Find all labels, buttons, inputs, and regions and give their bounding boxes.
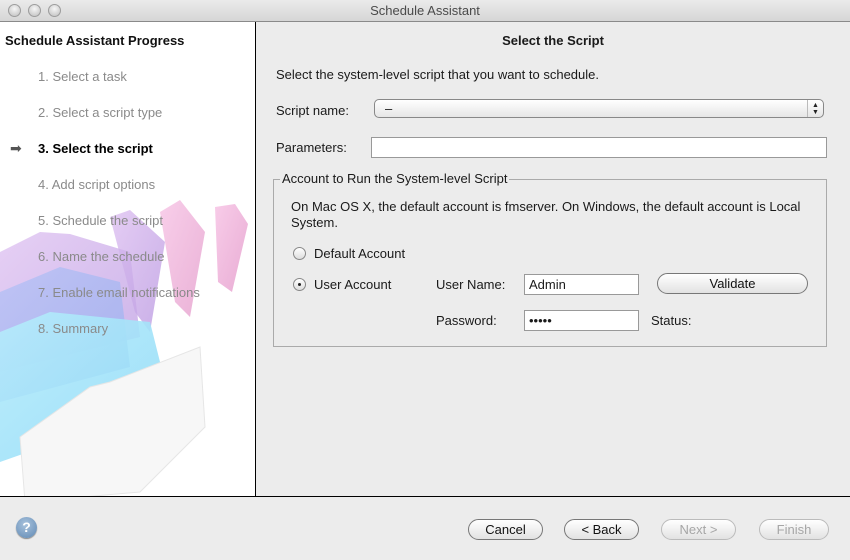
password-input[interactable]: ••••• [524, 310, 639, 331]
step-select-script-type: 2. Select a script type [38, 105, 163, 120]
next-button[interactable]: Next > [661, 519, 736, 540]
step-enable-email: 7. Enable email notifications [38, 285, 200, 300]
status-label: Status: [651, 313, 692, 328]
right-arrow-icon: ➡ [10, 140, 22, 156]
instruction-text: Select the system-level script that you … [276, 67, 599, 82]
script-name-label: Script name: [276, 103, 349, 118]
step-schedule-script: 5. Schedule the script [38, 213, 164, 228]
parameters-label: Parameters: [276, 140, 347, 155]
cancel-button[interactable]: Cancel [468, 519, 543, 540]
back-button[interactable]: < Back [564, 519, 639, 540]
user-account-label[interactable]: User Account [314, 277, 391, 292]
user-name-label: User Name: [436, 277, 506, 292]
help-icon[interactable]: ? [16, 517, 37, 538]
password-label: Password: [436, 313, 497, 328]
parameters-input[interactable] [371, 137, 827, 158]
finish-button[interactable]: Finish [759, 519, 829, 540]
account-note: On Mac OS X, the default account is fmse… [291, 199, 801, 230]
up-down-arrows-icon: ▲ ▼ [807, 100, 823, 117]
step-select-task: 1. Select a task [38, 69, 127, 84]
step-select-script: 3. Select the script [38, 141, 153, 156]
title-bar: Schedule Assistant [0, 0, 850, 22]
validate-button[interactable]: Validate [657, 273, 808, 294]
page-title: Select the Script [502, 33, 604, 48]
user-account-radio[interactable] [293, 278, 306, 291]
main-panel: Select the Script Select the system-leve… [256, 22, 850, 496]
user-name-input[interactable]: Admin [524, 274, 639, 295]
default-account-label[interactable]: Default Account [314, 246, 405, 261]
window-title: Schedule Assistant [370, 3, 480, 18]
default-account-radio[interactable] [293, 247, 306, 260]
account-group-legend: Account to Run the System-level Script [280, 171, 510, 186]
account-group: Account to Run the System-level Script O… [273, 171, 827, 347]
script-name-select[interactable]: – ▲ ▼ [374, 99, 824, 118]
progress-title: Schedule Assistant Progress [5, 33, 185, 48]
progress-sidebar: Schedule Assistant Progress ➡ 1. Select … [0, 22, 256, 496]
script-name-value: – [385, 101, 393, 116]
footer-divider [0, 496, 850, 497]
step-name-schedule: 6. Name the schedule [38, 249, 165, 264]
step-add-script-options: 4. Add script options [38, 177, 156, 192]
step-summary: 8. Summary [38, 321, 109, 336]
